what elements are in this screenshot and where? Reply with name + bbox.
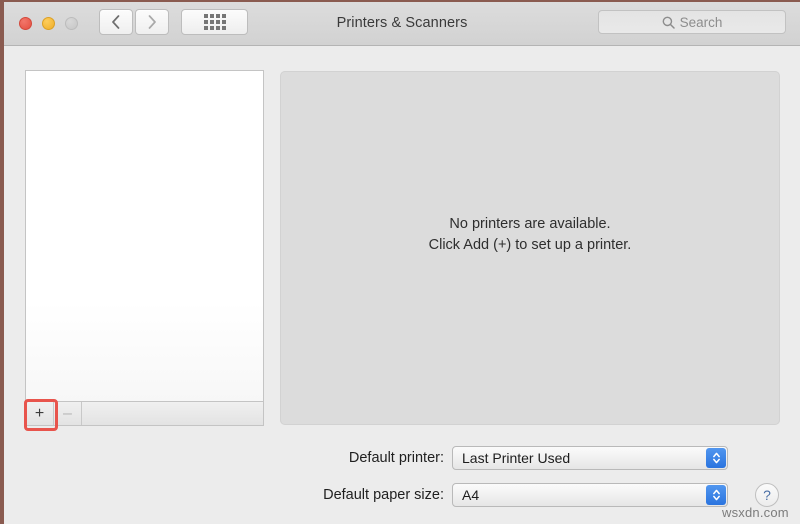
help-button[interactable]: ? (755, 483, 779, 507)
printer-list[interactable] (25, 70, 264, 402)
chevron-updown-icon (712, 489, 720, 501)
default-printer-row: Default printer: Last Printer Used (304, 446, 728, 470)
printer-detail-panel: No printers are available. Click Add (+)… (280, 71, 780, 425)
search-input[interactable]: Search (598, 10, 786, 34)
empty-state-line-1: No printers are available. (449, 216, 611, 232)
default-printer-select[interactable]: Last Printer Used (452, 446, 728, 470)
system-preferences-window: Printers & Scanners Search + – No printe… (4, 2, 800, 524)
empty-state-line-2: Click Add (+) to set up a printer. (428, 237, 632, 253)
toolbar-filler (82, 402, 263, 425)
empty-state-message: No printers are available. Click Add (+)… (280, 214, 780, 256)
remove-printer-button: – (54, 402, 82, 425)
printer-list-toolbar: + – (25, 402, 264, 426)
default-paper-size-value: A4 (462, 487, 480, 503)
add-printer-button[interactable]: + (26, 402, 54, 425)
chevron-updown-icon (712, 452, 720, 464)
default-printer-value: Last Printer Used (462, 450, 571, 466)
default-printer-stepper[interactable] (706, 448, 726, 468)
default-paper-size-row: Default paper size: A4 (288, 483, 728, 507)
watermark: wsxdn.com (722, 505, 789, 520)
default-paper-size-label: Default paper size: (323, 487, 444, 503)
search-placeholder: Search (679, 14, 723, 30)
window-titlebar: Printers & Scanners Search (4, 2, 800, 46)
default-printer-label: Default printer: (348, 450, 444, 466)
default-paper-size-select[interactable]: A4 (452, 483, 728, 507)
search-icon (662, 16, 675, 29)
default-paper-size-stepper[interactable] (706, 485, 726, 505)
